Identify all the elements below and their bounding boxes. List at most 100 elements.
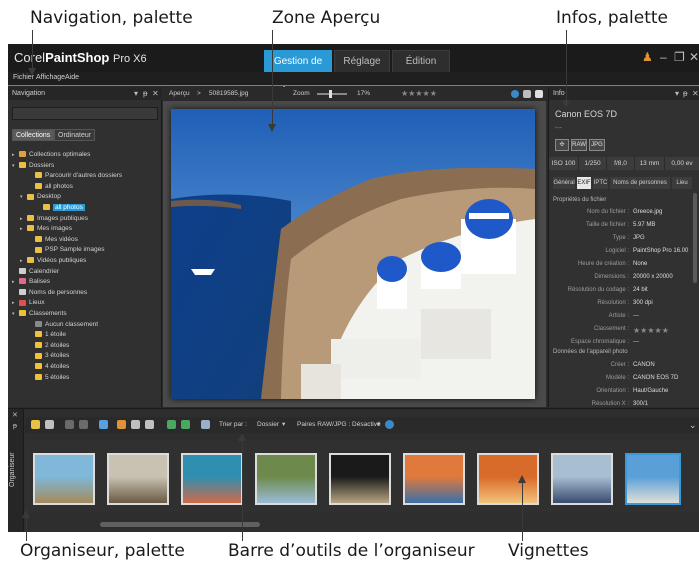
tree-item[interactable]: all photos (28, 181, 73, 192)
full-view-icon[interactable] (523, 90, 531, 98)
thumbnail[interactable] (403, 453, 465, 505)
tree-item[interactable]: 2 étoiles (28, 340, 69, 351)
tree-item[interactable]: ▸ Vidéos publiques (20, 255, 86, 266)
thumbnail[interactable] (33, 453, 95, 505)
tree-item[interactable]: Parcourir d'autres dossiers (28, 170, 122, 181)
thumbnail[interactable] (181, 453, 243, 505)
tab-edition[interactable]: Édition (392, 50, 450, 72)
organizer-collapse-icon[interactable]: ⌄ (689, 417, 697, 433)
folder-view-icon[interactable] (31, 420, 40, 429)
expand-caret-icon[interactable]: ▾ (12, 309, 19, 320)
tree-item[interactable]: ▸ Balises (12, 276, 50, 287)
folder-icon (19, 161, 26, 168)
palette-close-icon[interactable]: ✕ (152, 87, 159, 100)
property-value: None (633, 261, 648, 267)
expand-caret-icon[interactable]: ▾ (12, 161, 19, 172)
sort-dropdown-chevron-icon[interactable]: ▾ (282, 417, 285, 433)
navigation-search-input[interactable] (12, 107, 158, 120)
info-scrollbar[interactable] (693, 193, 697, 283)
select-all-icon[interactable] (181, 420, 190, 429)
sort-by-dropdown[interactable]: Dossier (257, 417, 279, 433)
thumbnail[interactable] (477, 453, 539, 505)
tree-item[interactable]: Calendrier (12, 266, 59, 277)
raw-jpg-pairs-dropdown[interactable]: Paires RAW/JPG : Désactivé (297, 417, 381, 433)
tab-lieu[interactable]: Lieu (672, 177, 692, 189)
tab-exif[interactable]: EXIF (577, 177, 591, 189)
thumbnail-strip (25, 441, 699, 513)
info-pin-icon[interactable]: ᵽ (683, 87, 687, 100)
info-close-icon[interactable]: ✕ (692, 87, 699, 100)
tree-item[interactable]: all photos (36, 202, 85, 213)
thumbnail[interactable] (107, 453, 169, 505)
tree-item[interactable]: Noms de personnes (12, 287, 87, 298)
camera-raw-icon[interactable] (201, 420, 210, 429)
rating-stars[interactable]: ★★★★★ (401, 87, 437, 101)
breadcrumb-root[interactable]: Aperçu (169, 87, 190, 101)
map-icon[interactable] (167, 420, 176, 429)
tree-item[interactable]: Mes vidéos (28, 234, 78, 245)
folder-icon (27, 193, 34, 200)
compare-icon[interactable] (145, 420, 154, 429)
tree-item[interactable]: ▾ Classements (12, 308, 67, 319)
thumbnail[interactable] (625, 453, 681, 505)
palette-menu-icon[interactable]: ▾ (134, 87, 138, 100)
tag-icon (19, 278, 26, 285)
menu-affichage[interactable]: Affichage (36, 74, 65, 81)
tab-gestion-de-photos[interactable]: Gestion de photos (264, 50, 332, 89)
zoom-slider[interactable] (317, 90, 347, 98)
sort-by-label: Trier par : (219, 421, 247, 428)
info-palette-menu-icon[interactable]: ▾ (675, 87, 679, 100)
tree-item[interactable]: ▾ Dossiers (12, 160, 54, 171)
expand-caret-icon[interactable]: ▸ (20, 224, 27, 235)
organizer-pin-icon[interactable]: ᵽ (13, 423, 17, 430)
rotate-right-icon[interactable] (79, 420, 88, 429)
expand-caret-icon[interactable]: ▾ (20, 192, 27, 203)
tree-item[interactable]: 1 étoile (28, 329, 66, 340)
tree-item[interactable]: ▸ Images publiques (20, 213, 88, 224)
tree-item[interactable]: ▸ Mes images (20, 223, 72, 234)
tree-item[interactable]: ▸ Collections optimales (12, 149, 90, 160)
rotate-left-icon[interactable] (65, 420, 74, 429)
restore-icon[interactable]: ❐ (674, 50, 685, 64)
tree-item[interactable]: Aucun classement (28, 319, 98, 330)
arrow-head-organizer (22, 510, 30, 518)
thumbnail-scrollbar[interactable] (100, 522, 260, 527)
tree-item[interactable]: ▾ Desktop (20, 191, 61, 202)
close-icon[interactable]: ✕ (689, 50, 699, 64)
tab-ordinateur[interactable]: Ordinateur (54, 129, 96, 141)
tag-person-icon[interactable] (99, 420, 108, 429)
raw-pairs-chevron-icon[interactable]: ▾ (377, 417, 380, 433)
camera-data-heading: Données de l'appareil photo (553, 349, 628, 355)
organizer-close-icon[interactable]: ✕ (12, 411, 18, 419)
property-value: --- (633, 313, 639, 319)
thumbnail[interactable] (329, 453, 391, 505)
tab-reglage[interactable]: Réglage (334, 50, 390, 72)
tree-item[interactable]: 5 étoiles (28, 372, 69, 383)
camera-model: Canon EOS 7D (555, 109, 618, 119)
globe-icon[interactable] (511, 90, 519, 98)
tree-item-label: Dossiers (29, 161, 55, 169)
zoom-slider-handle[interactable] (329, 90, 332, 98)
pin-icon[interactable]: ᵽ (143, 87, 147, 100)
grid-view-icon[interactable] (535, 90, 543, 98)
thumbnail[interactable] (255, 453, 317, 505)
raw-badge: RAW (571, 139, 587, 151)
user-account-icon[interactable]: ♟ (642, 50, 653, 64)
tree-item[interactable]: PSP Sample images (28, 244, 105, 255)
property-label: Nom du fichier : (586, 209, 629, 215)
tab-noms-de-personnes[interactable]: Noms de personnes (610, 177, 670, 189)
tree-item[interactable]: 3 étoiles (28, 350, 69, 361)
thumbnail[interactable] (551, 453, 613, 505)
tab-general[interactable]: Général (553, 177, 575, 189)
file-info-icon[interactable] (45, 420, 54, 429)
tree-item[interactable]: ▸ Lieux (12, 297, 45, 308)
tab-iptc[interactable]: IPTC (593, 177, 608, 189)
minimize-icon[interactable]: – (660, 50, 667, 64)
menu-aide[interactable]: Aide (65, 74, 79, 81)
gallery-icon[interactable] (117, 420, 126, 429)
share-icon[interactable] (131, 420, 140, 429)
tree-item[interactable]: 4 étoiles (28, 361, 69, 372)
property-label: Espace chromatique : (570, 339, 629, 345)
help-icon[interactable] (385, 420, 394, 429)
tab-collections[interactable]: Collections (12, 129, 55, 141)
